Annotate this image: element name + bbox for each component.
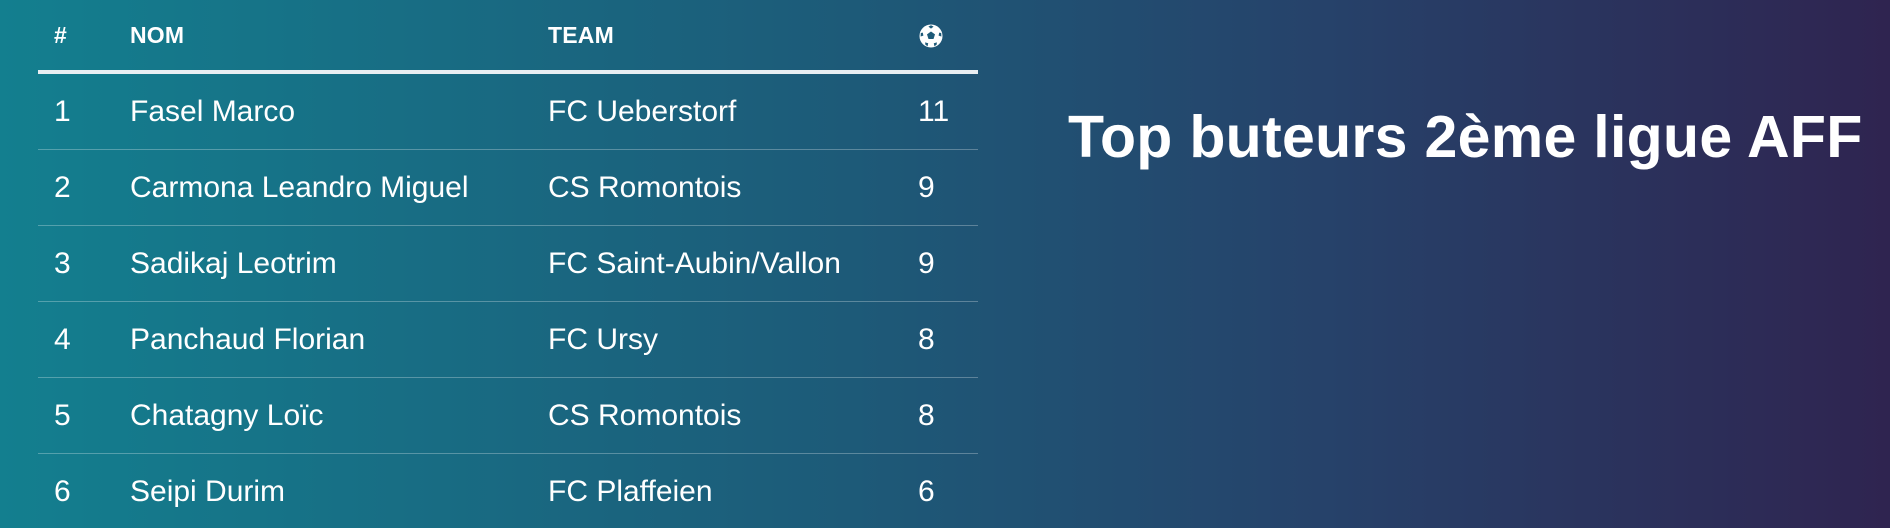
table-row: 6 Seipi Durim FC Plaffeien 6 xyxy=(38,454,978,528)
header-goals xyxy=(918,21,978,49)
rank-cell: 1 xyxy=(54,94,71,128)
name-cell: Sadikaj Leotrim xyxy=(130,246,337,280)
table-body: 1 Fasel Marco FC Ueberstorf 11 2 Carmona… xyxy=(38,74,978,528)
goals-cell: 11 xyxy=(918,94,950,128)
goals-cell: 8 xyxy=(918,398,935,432)
team-cell: FC Ursy xyxy=(548,322,658,356)
scorers-table: # NOM TEAM 1 Fasel Marco FC Ueberstorf 1… xyxy=(38,0,978,528)
table-row: 4 Panchaud Florian FC Ursy 8 xyxy=(38,302,978,378)
goals-cell: 9 xyxy=(918,170,935,204)
name-cell: Seipi Durim xyxy=(130,474,286,508)
name-cell: Fasel Marco xyxy=(130,94,296,128)
rank-cell: 3 xyxy=(54,246,71,280)
rank-cell: 2 xyxy=(54,170,71,204)
header-name: NOM xyxy=(130,21,185,48)
soccer-ball-icon xyxy=(919,24,943,48)
rank-cell: 5 xyxy=(54,398,71,432)
table-row: 5 Chatagny Loïc CS Romontois 8 xyxy=(38,378,978,454)
goals-cell: 8 xyxy=(918,322,935,356)
table-header: # NOM TEAM xyxy=(38,0,978,74)
table-row: 1 Fasel Marco FC Ueberstorf 11 xyxy=(38,74,978,150)
rank-cell: 6 xyxy=(54,474,71,508)
table-row: 3 Sadikaj Leotrim FC Saint-Aubin/Vallon … xyxy=(38,226,978,302)
header-team: TEAM xyxy=(548,21,614,48)
team-cell: CS Romontois xyxy=(548,398,742,432)
header-rank: # xyxy=(54,21,67,48)
name-cell: Carmona Leandro Miguel xyxy=(130,170,469,204)
goals-cell: 6 xyxy=(918,474,935,508)
goals-cell: 9 xyxy=(918,246,935,280)
table-row: 2 Carmona Leandro Miguel CS Romontois 9 xyxy=(38,150,978,226)
name-cell: Panchaud Florian xyxy=(130,322,366,356)
team-cell: FC Saint-Aubin/Vallon xyxy=(548,246,841,280)
team-cell: FC Plaffeien xyxy=(548,474,713,508)
team-cell: CS Romontois xyxy=(548,170,742,204)
page-title: Top buteurs 2ème ligue AFF xyxy=(1068,104,1863,170)
rank-cell: 4 xyxy=(54,322,71,356)
name-cell: Chatagny Loïc xyxy=(130,398,324,432)
team-cell: FC Ueberstorf xyxy=(548,94,737,128)
